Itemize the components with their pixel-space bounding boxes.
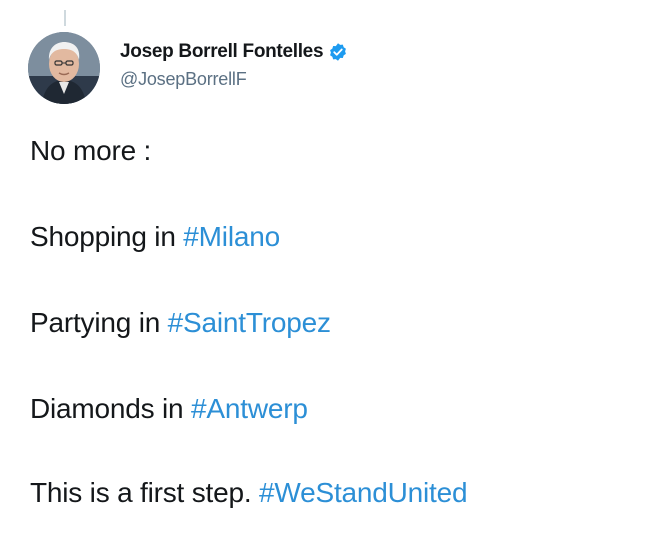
author-handle[interactable]: @JosepBorrellF [120,69,348,90]
hashtag-link[interactable]: #SaintTropez [168,307,331,338]
tweet-line: Diamonds in #Antwerp [30,392,308,426]
line-text: This is a first step. [30,477,259,508]
author-display-name[interactable]: Josep Borrell Fontelles [120,41,324,63]
hashtag-link[interactable]: #WeStandUnited [259,477,468,508]
hashtag-link[interactable]: #Antwerp [191,393,308,424]
tweet-header: Josep Borrell Fontelles @JosepBorrellF [28,32,348,104]
tweet-line: This is a first step. #WeStandUnited [30,476,468,510]
tweet-line: No more : [30,134,151,168]
verified-badge-icon [328,42,348,62]
tweet-card: Josep Borrell Fontelles @JosepBorrellF N… [0,0,650,544]
author-avatar[interactable] [28,32,100,104]
author-names: Josep Borrell Fontelles @JosepBorrellF [120,41,348,90]
tweet-line: Shopping in #Milano [30,220,280,254]
profile-photo-icon [28,32,100,104]
line-text: Diamonds in [30,393,192,424]
thread-connector-line [64,10,66,26]
hashtag-link[interactable]: #Milano [183,221,280,252]
line-text: No more : [30,135,152,166]
line-text: Partying in [30,307,168,338]
tweet-line: Partying in #SaintTropez [30,306,331,340]
line-text: Shopping in [30,221,184,252]
name-row: Josep Borrell Fontelles [120,41,348,63]
